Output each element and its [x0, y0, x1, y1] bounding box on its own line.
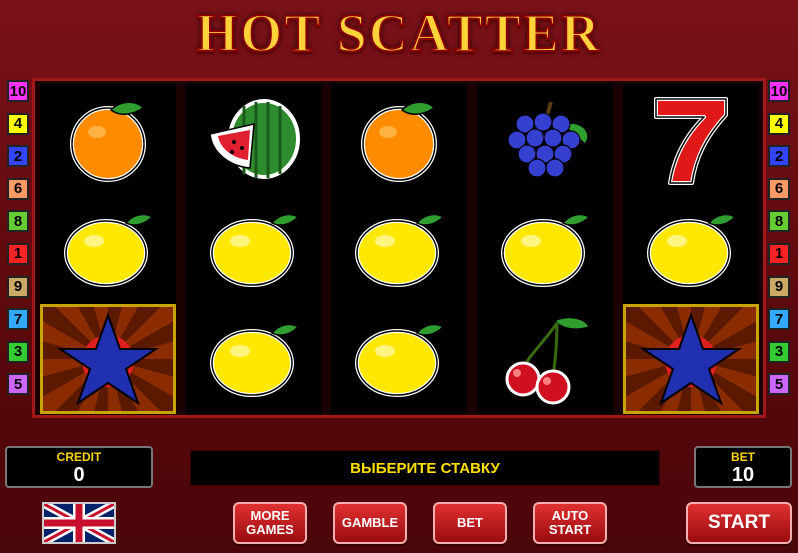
line-indicator-8: 8 — [7, 210, 29, 233]
star-icon — [623, 304, 759, 414]
lemon-icon — [186, 194, 322, 304]
reel-4 — [477, 84, 613, 414]
line-indicator-3: 3 — [768, 340, 790, 363]
auto-start-button[interactable]: AUTO START — [533, 502, 607, 544]
reel-2 — [186, 84, 322, 414]
line-indicator-7: 7 — [7, 308, 29, 331]
line-indicator-6: 6 — [768, 177, 790, 200]
line-indicator-5: 5 — [7, 373, 29, 396]
line-indicator-4: 4 — [768, 112, 790, 135]
status-message: ВЫБЕРИТЕ СТАВКУ — [190, 450, 660, 486]
line-indicator-10: 10 — [7, 80, 29, 102]
lemon-icon — [186, 304, 322, 414]
grapes-icon — [477, 84, 613, 194]
cherries-icon — [477, 304, 613, 414]
line-indicator-2: 2 — [768, 145, 790, 168]
credit-label: CREDIT — [56, 450, 102, 464]
reel-1 — [40, 84, 176, 414]
credit-panel: CREDIT 0 — [5, 446, 153, 488]
watermelon-icon — [186, 84, 322, 194]
line-indicator-10: 10 — [768, 80, 790, 102]
line-indicator-1: 1 — [7, 242, 29, 265]
credit-value: 0 — [73, 464, 85, 486]
start-button[interactable]: START — [686, 502, 792, 544]
line-indicator-7: 7 — [768, 308, 790, 331]
lemon-icon — [331, 194, 467, 304]
uk-flag-icon[interactable] — [42, 500, 116, 546]
orange-icon — [331, 84, 467, 194]
star-icon — [40, 304, 176, 414]
line-indicator-4: 4 — [7, 112, 29, 135]
line-indicator-8: 8 — [768, 210, 790, 233]
gamble-button[interactable]: GAMBLE — [333, 502, 407, 544]
lemon-icon — [331, 304, 467, 414]
lemon-icon — [477, 194, 613, 304]
bet-label: BET — [731, 450, 755, 464]
game-title: HOT SCATTER — [195, 2, 602, 64]
line-indicator-9: 9 — [7, 275, 29, 298]
line-indicator-2: 2 — [7, 145, 29, 168]
reels-area — [32, 78, 766, 418]
more-games-button[interactable]: MORE GAMES — [233, 502, 307, 544]
seven-icon — [623, 84, 759, 194]
lemon-icon — [623, 194, 759, 304]
line-indicator-1: 1 — [768, 242, 790, 265]
line-indicators-right: 10 4 2 6 8 1 9 7 3 5 — [768, 80, 792, 406]
bet-value: 10 — [731, 464, 755, 486]
line-indicator-5: 5 — [768, 373, 790, 396]
reel-3 — [331, 84, 467, 414]
reel-5 — [623, 84, 759, 414]
line-indicator-6: 6 — [7, 177, 29, 200]
line-indicators-left: 10 4 2 6 8 1 9 7 3 5 — [7, 80, 31, 406]
bet-button[interactable]: BET — [433, 502, 507, 544]
orange-icon — [40, 84, 176, 194]
line-indicator-3: 3 — [7, 340, 29, 363]
bet-panel: BET 10 — [694, 446, 792, 488]
line-indicator-9: 9 — [768, 275, 790, 298]
lemon-icon — [40, 194, 176, 304]
